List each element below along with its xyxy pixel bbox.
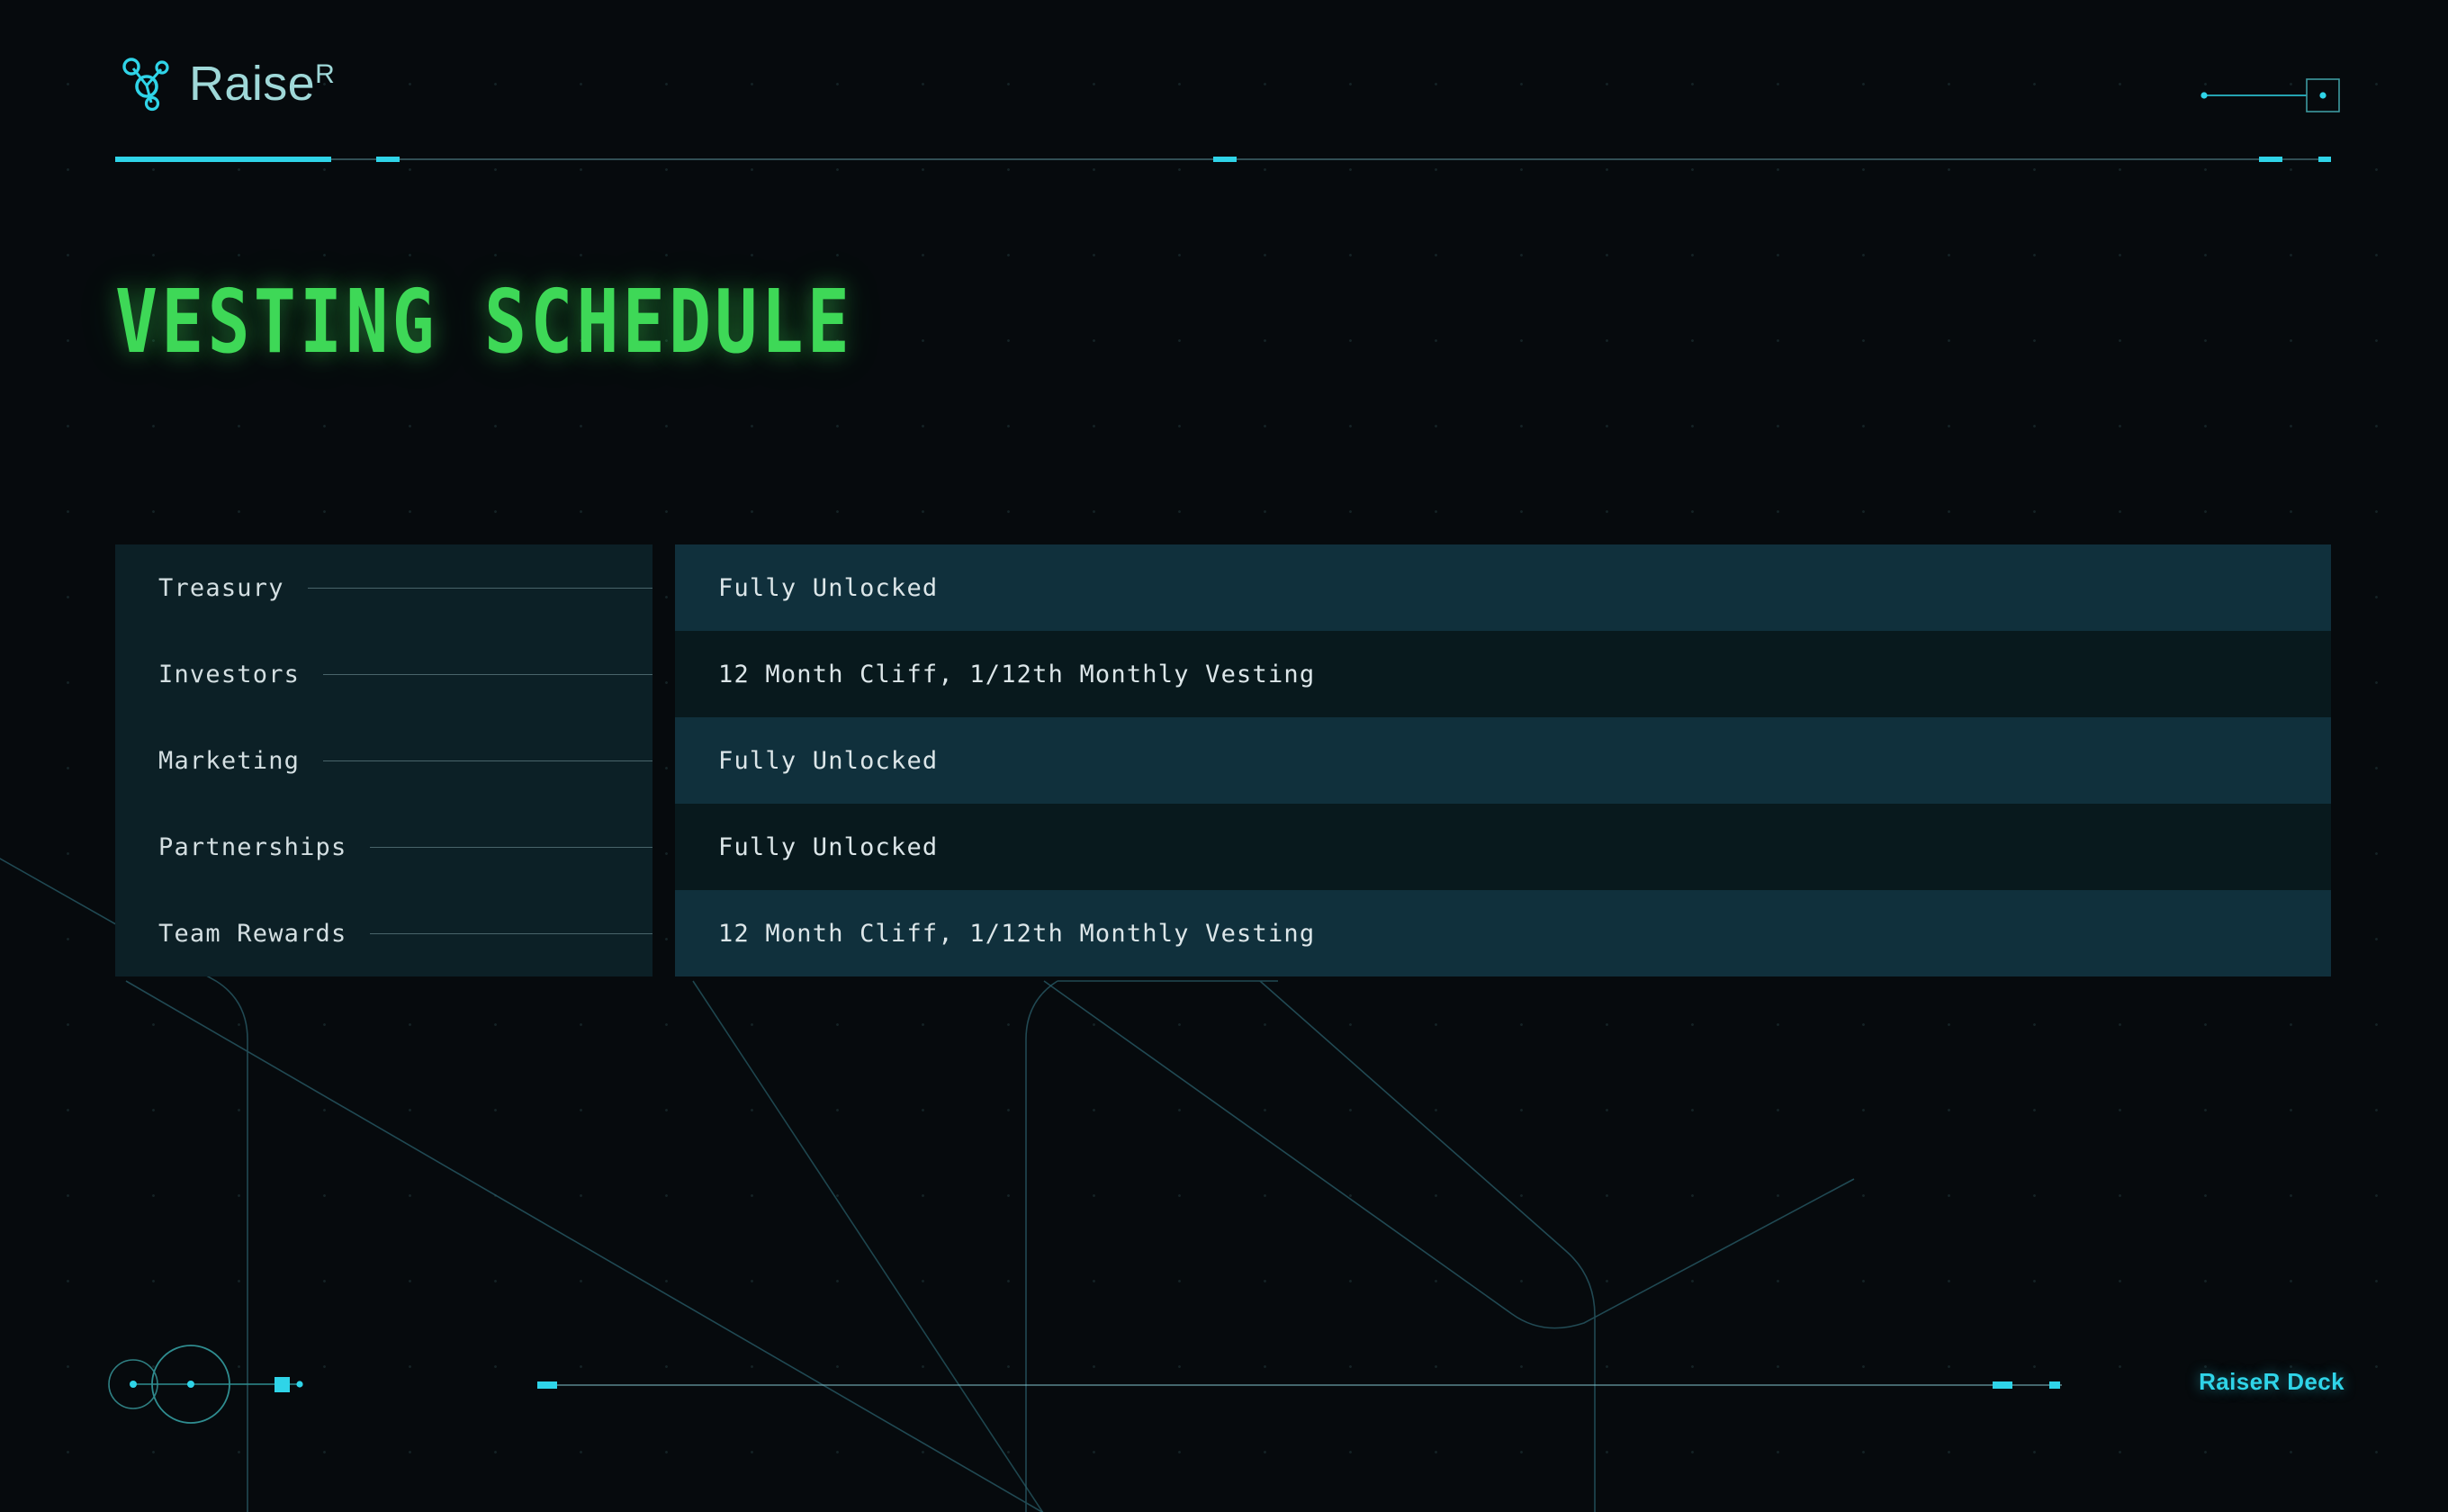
- connector-line: [307, 587, 652, 589]
- table-row-label[interactable]: Investors: [115, 631, 652, 717]
- category-label: Investors: [158, 660, 301, 688]
- molecule-network-icon: [122, 58, 169, 112]
- header-rule-accent-tick-3: [2259, 157, 2282, 162]
- vesting-terms-column: Fully Unlocked 12 Month Cliff, 1/12th Mo…: [675, 544, 2331, 976]
- table-row-value[interactable]: Fully Unlocked: [675, 717, 2331, 804]
- footer-rule-accent-end: [2049, 1382, 2060, 1389]
- vesting-term: 12 Month Cliff, 1/12th Monthly Vesting: [718, 660, 1316, 688]
- brand-superscript: R: [315, 59, 336, 89]
- header-divider-rule: [115, 157, 2331, 162]
- vesting-schedule-table: Treasury Investors Marketing Partnership…: [115, 544, 2331, 976]
- line-to-square-node-icon: [2200, 78, 2340, 112]
- brand-name-text: Raise: [189, 57, 316, 111]
- category-label: Team Rewards: [158, 919, 347, 948]
- vesting-term: Fully Unlocked: [718, 746, 939, 775]
- connector-line: [323, 673, 652, 675]
- category-label: Partnerships: [158, 832, 347, 861]
- footer-rule-accent-right: [1993, 1382, 2012, 1389]
- table-row-value[interactable]: Fully Unlocked: [675, 544, 2331, 631]
- brand-name: RaiseR: [189, 59, 335, 108]
- page-header: RaiseR: [0, 0, 2448, 171]
- table-row-value[interactable]: 12 Month Cliff, 1/12th Monthly Vesting: [675, 890, 2331, 976]
- header-rule-accent-main: [115, 157, 331, 162]
- brand-logo[interactable]: RaiseR: [117, 54, 335, 113]
- connector-line: [323, 760, 652, 761]
- category-labels-column: Treasury Investors Marketing Partnership…: [115, 544, 652, 976]
- header-rule-accent-tick-1: [376, 157, 400, 162]
- table-row-value[interactable]: Fully Unlocked: [675, 804, 2331, 890]
- header-rule-accent-tick-2: [1213, 157, 1237, 162]
- category-label: Marketing: [158, 746, 301, 775]
- vesting-term: 12 Month Cliff, 1/12th Monthly Vesting: [718, 919, 1316, 948]
- footer-rule-accent-left: [537, 1382, 557, 1389]
- footer-brand-label: RaiseR Deck: [2199, 1368, 2344, 1395]
- connector-line: [370, 932, 652, 934]
- table-row-value[interactable]: 12 Month Cliff, 1/12th Monthly Vesting: [675, 631, 2331, 717]
- table-row-label[interactable]: Treasury: [115, 544, 652, 631]
- connector-line: [370, 846, 652, 848]
- orbit-circles-icon: [108, 1345, 303, 1424]
- table-row-label[interactable]: Partnerships: [115, 804, 652, 890]
- footer-divider-rule: [537, 1382, 2062, 1389]
- vesting-term: Fully Unlocked: [718, 832, 939, 861]
- page-title: VESTING SCHEDULE: [115, 270, 853, 373]
- header-rule-accent-tick-4: [2318, 157, 2331, 162]
- table-row-label[interactable]: Team Rewards: [115, 890, 652, 976]
- vesting-term: Fully Unlocked: [718, 573, 939, 602]
- table-row-label[interactable]: Marketing: [115, 717, 652, 804]
- category-label: Treasury: [158, 573, 284, 602]
